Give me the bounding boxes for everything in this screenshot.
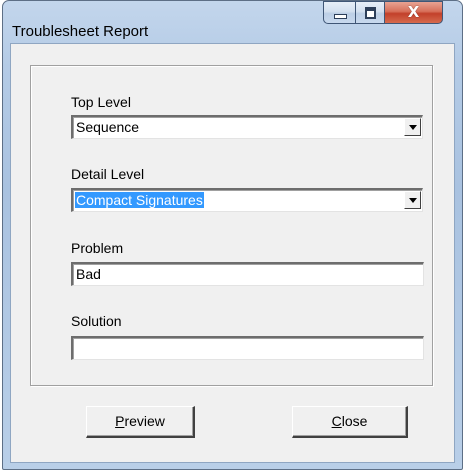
report-group-box: Top Level Sequence Detail Level Compact … [30, 65, 433, 386]
top-level-dropdown-button[interactable] [404, 118, 421, 136]
window-title: Troublesheet Report [12, 23, 149, 40]
detail-level-dropdown-button[interactable] [404, 191, 421, 209]
top-level-label: Top Level [71, 94, 131, 110]
maximize-button[interactable] [355, 1, 385, 24]
problem-input[interactable]: Bad [71, 262, 424, 286]
preview-label: review [124, 413, 165, 429]
chevron-down-icon [409, 198, 417, 203]
dialog-window: Troublesheet Report X Top Level Sequence… [2, 0, 463, 470]
problem-label: Problem [71, 240, 124, 256]
close-icon: X [407, 3, 420, 21]
minimize-button[interactable] [323, 1, 355, 24]
detail-level-label: Detail Level [71, 166, 145, 182]
close-mnemonic: C [331, 413, 342, 429]
chevron-down-icon [409, 125, 417, 130]
problem-value: Bad [76, 266, 101, 282]
close-window-button[interactable]: X [385, 1, 443, 24]
top-level-dropdown[interactable]: Sequence [71, 115, 423, 139]
caption-buttons: X [323, 1, 443, 24]
top-level-value: Sequence [76, 119, 140, 135]
minimize-icon [334, 14, 347, 19]
detail-level-dropdown[interactable]: Compact Signatures [71, 188, 423, 212]
solution-input[interactable] [71, 336, 424, 360]
detail-level-value: Compact Signatures [75, 192, 204, 208]
solution-label: Solution [71, 313, 122, 329]
preview-button[interactable]: Preview [86, 406, 195, 438]
maximize-icon [365, 7, 376, 19]
close-button[interactable]: Close [292, 406, 408, 438]
dialog-client-area: Top Level Sequence Detail Level Compact … [10, 43, 455, 463]
close-label: lose [341, 413, 368, 429]
